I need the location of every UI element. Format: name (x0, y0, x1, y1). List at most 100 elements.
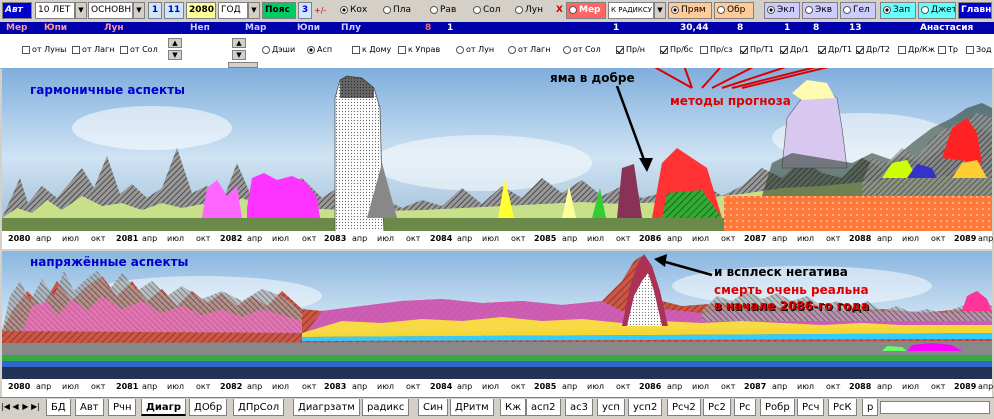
next-sheet-icon[interactable]: ▶ (21, 400, 30, 414)
from-lagn2-radio[interactable]: от Лагн (508, 44, 550, 56)
dashi-radio[interactable]: Дэши (262, 44, 295, 56)
method-checkbox-pr-n[interactable]: Пр/н (616, 44, 645, 56)
first-sheet-icon[interactable]: |◀ (1, 400, 10, 414)
year-field[interactable]: 2080 (186, 2, 216, 19)
spin-up-icon[interactable]: ▲ (168, 38, 182, 48)
chart1-title: гармоничные аспекты (30, 83, 185, 97)
spin-down-icon[interactable]: ▼ (232, 50, 246, 60)
radio-icon (805, 5, 813, 14)
axis-tick: 2088 (849, 234, 872, 243)
checkbox-label: Пр/Т1 (750, 45, 774, 54)
method-checkbox-dr-t2[interactable]: Др/Т2 (856, 44, 890, 56)
axis-tick: 2080 (8, 234, 31, 243)
direct-radio[interactable]: Прям (668, 2, 712, 19)
from-moon-checkbox[interactable]: от Луны (22, 44, 66, 56)
sheet-tab[interactable]: ас3 (565, 399, 593, 416)
ekl-radio[interactable]: Экл (764, 2, 800, 19)
sheet-tab[interactable]: р (862, 399, 879, 416)
gel-radio[interactable]: Гел (840, 2, 876, 19)
reverse-radio[interactable]: Обр (714, 2, 754, 19)
asp-radio[interactable]: Асп (307, 44, 332, 56)
planet-radio-rav[interactable]: Рав (430, 3, 456, 18)
sheet-tab[interactable]: Рсч2 (667, 399, 701, 416)
planet-value: 30,44 (680, 23, 709, 33)
belt-value[interactable]: 3 (298, 2, 312, 19)
sheet-tab[interactable]: Рс2 (703, 399, 731, 416)
checkbox-icon (616, 45, 624, 54)
sheet-tab[interactable]: Рчн (108, 399, 137, 416)
ekv-label: Экв (815, 5, 833, 15)
zap-radio[interactable]: Зап (880, 2, 916, 19)
sheet-tab-active[interactable]: Диагр (141, 399, 187, 416)
spin-up-icon[interactable]: ▲ (232, 38, 246, 48)
main-button[interactable]: Главн (958, 2, 992, 19)
sheet-tab[interactable]: Рсч (797, 399, 825, 416)
sheet-tab[interactable]: РсК (828, 399, 857, 416)
axis-tick: 2087 (744, 382, 767, 391)
prev-sheet-icon[interactable]: ◀ (11, 400, 20, 414)
radix-dropdown-icon[interactable]: ▼ (654, 2, 666, 19)
axis-tick: июл (377, 234, 395, 243)
from-sun2-radio[interactable]: от Сол (563, 44, 601, 56)
radix-select[interactable]: К РАДИКСУ (608, 2, 654, 19)
method-checkbox-tr[interactable]: Тр (938, 44, 958, 56)
method-checkbox-pr-bs[interactable]: Пр/бс (660, 44, 693, 56)
from-moon2-radio[interactable]: от Лун (456, 44, 494, 56)
planet-value: 1 (613, 23, 620, 33)
period-select[interactable]: 10 ЛЕТ (35, 2, 75, 19)
mode-dropdown-icon[interactable]: ▼ (133, 2, 145, 19)
radio-icon (430, 5, 438, 14)
unit-dropdown-icon[interactable]: ▼ (248, 2, 260, 19)
n1-field[interactable]: 1 (148, 2, 162, 19)
axis-tick: апр (142, 234, 158, 243)
method-checkbox-dr-t1[interactable]: Др/Т1 (818, 44, 852, 56)
sheet-tab[interactable]: Син (418, 399, 449, 416)
from-lagn-checkbox[interactable]: от Лагн (72, 44, 114, 56)
sheet-tab[interactable]: усп2 (628, 399, 663, 416)
planet-radio-kox[interactable]: Кох (340, 3, 367, 18)
planet-radio-pla[interactable]: Пла (383, 3, 411, 18)
horizontal-scrollbar[interactable] (880, 401, 990, 414)
sheet-tab[interactable]: Диагрзатм (293, 399, 360, 416)
dzhet-radio[interactable]: Джет (918, 2, 956, 19)
from-sun-checkbox[interactable]: от Сол (120, 44, 158, 56)
to-upr-checkbox[interactable]: к Управ (398, 44, 440, 56)
planet-value: 1 (784, 23, 791, 33)
axis-tick: 2081 (116, 382, 139, 391)
method-checkbox-dr-1[interactable]: Др/1 (780, 44, 809, 56)
unit-select[interactable]: ГОД (218, 2, 248, 19)
harmonious-aspects-chart: гармоничные аспекты яма в добре методы п… (2, 68, 992, 231)
sheet-tab[interactable]: ДОбр (189, 399, 228, 416)
last-sheet-icon[interactable]: ▶| (31, 400, 40, 414)
axis-tick: апр (978, 382, 994, 391)
method-checkbox-dr-kzh[interactable]: Др/Кж (898, 44, 935, 56)
sheet-tab[interactable]: ДРитм (450, 399, 494, 416)
sheet-tab[interactable]: БД (46, 399, 71, 416)
radio-label: Сол (483, 5, 501, 15)
control-row: от Луны от Лагн от Сол ▲ ▼ ▲ ▼ Дэши Асп … (0, 34, 994, 69)
to-house-checkbox[interactable]: к Дому (352, 44, 391, 56)
ekv-radio[interactable]: Экв (802, 2, 838, 19)
radio-icon (563, 45, 571, 54)
mer-button[interactable]: Мер (566, 2, 606, 19)
spin-down-icon[interactable]: ▼ (168, 50, 182, 60)
planet-radio-sol[interactable]: Сол (473, 3, 501, 18)
axis-tick: апр (978, 234, 994, 243)
sheet-tab[interactable]: ДПрСол (233, 399, 285, 416)
sheet-tab[interactable]: Рс (734, 399, 756, 416)
sheet-tab[interactable]: усп (597, 399, 625, 416)
sheet-tab[interactable]: радикс (362, 399, 410, 416)
sheet-tab[interactable]: Робр (760, 399, 795, 416)
sheet-tab[interactable]: Кж (500, 399, 527, 416)
sheet-tab[interactable]: асп2 (526, 399, 561, 416)
mode-select[interactable]: ОСНОВН (88, 2, 133, 19)
planet-radio-lun[interactable]: Лун (515, 3, 543, 18)
avt-button[interactable]: Авт (2, 2, 32, 19)
axis-tick: окт (302, 382, 317, 391)
period-dropdown-icon[interactable]: ▼ (75, 2, 87, 19)
n2-field[interactable]: 11 (164, 2, 184, 19)
method-checkbox-pr-sz[interactable]: Пр/сз (700, 44, 732, 56)
method-checkbox-pr-t1[interactable]: Пр/Т1 (740, 44, 774, 56)
method-checkbox-zod[interactable]: Зод (966, 44, 992, 56)
sheet-tab[interactable]: Авт (75, 399, 104, 416)
